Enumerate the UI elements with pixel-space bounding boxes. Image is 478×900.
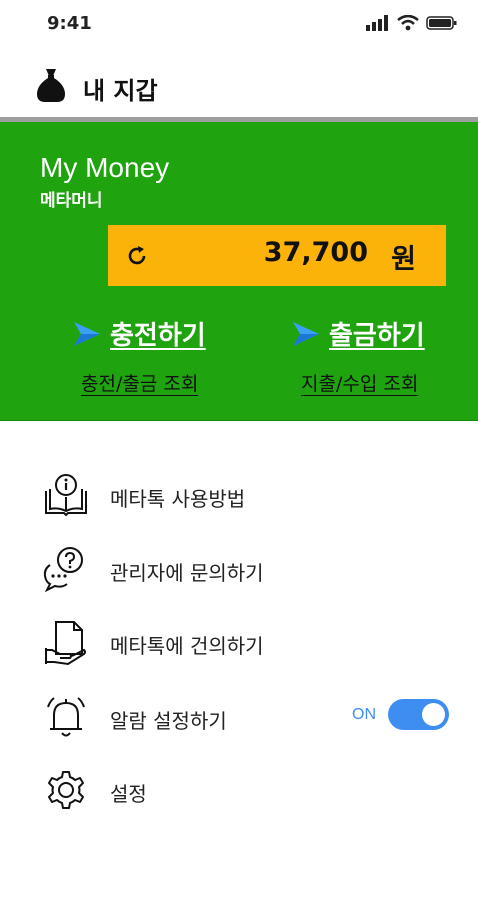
status-icons	[366, 15, 458, 31]
menu-item-label: 관리자에 문의하기	[110, 561, 264, 585]
alarm-toggle[interactable]	[388, 699, 449, 730]
page-title: 내 지갑	[83, 77, 158, 105]
menu-item-label: 메타톡에 건의하기	[110, 634, 264, 658]
menu-item-settings[interactable]: 설정	[0, 758, 478, 818]
bell-icon	[47, 697, 85, 737]
toggle-knob	[422, 703, 445, 726]
status-time: 9:41	[47, 13, 92, 34]
spend-income-history-link[interactable]: 지출/수입 조회	[301, 369, 418, 396]
menu-item-usage-guide[interactable]: 메타톡 사용방법	[0, 463, 478, 523]
status-bar: 9:41	[0, 0, 478, 50]
menu-item-alarm-settings[interactable]: 알람 설정하기 ON	[0, 685, 478, 745]
wifi-icon	[397, 15, 419, 31]
battery-icon	[426, 16, 457, 30]
card-title: My Money	[40, 152, 170, 183]
menu-item-label: 설정	[110, 782, 147, 806]
balance-currency: 원	[391, 244, 416, 275]
menu-item-suggestion[interactable]: 메타톡에 건의하기	[0, 610, 478, 670]
app-header: 내 지갑	[0, 55, 478, 117]
withdraw-label: 출금하기	[329, 321, 425, 351]
send-arrow-icon	[293, 321, 319, 346]
send-arrow-icon	[74, 321, 100, 346]
alarm-toggle-text: ON	[352, 705, 376, 723]
menu-item-contact-admin[interactable]: 관리자에 문의하기	[0, 537, 478, 597]
menu-item-label: 메타톡 사용방법	[110, 487, 246, 511]
balance-box: 37,700 원	[108, 225, 446, 286]
balance-amount: 37,700	[263, 237, 368, 268]
charge-label: 충전하기	[110, 321, 206, 351]
card-subtitle: 메타머니	[40, 191, 103, 211]
gear-icon	[48, 771, 84, 809]
withdraw-button[interactable]: 출금하기	[291, 315, 425, 352]
charge-button[interactable]: 충전하기	[72, 315, 206, 352]
money-card: My Money 메타머니 37,700 원 충전하기 출금하기 충전/출금 조…	[0, 122, 478, 421]
charge-withdraw-history-link[interactable]: 충전/출금 조회	[81, 369, 198, 396]
refresh-icon[interactable]	[126, 245, 148, 267]
document-hand-icon	[45, 621, 86, 666]
signal-icon	[366, 15, 388, 31]
info-book-icon	[45, 474, 87, 517]
menu-item-label: 알람 설정하기	[110, 709, 227, 733]
alarm-toggle-wrap: ON	[352, 699, 449, 730]
money-bag-icon	[37, 69, 65, 102]
question-chat-icon	[43, 547, 83, 593]
